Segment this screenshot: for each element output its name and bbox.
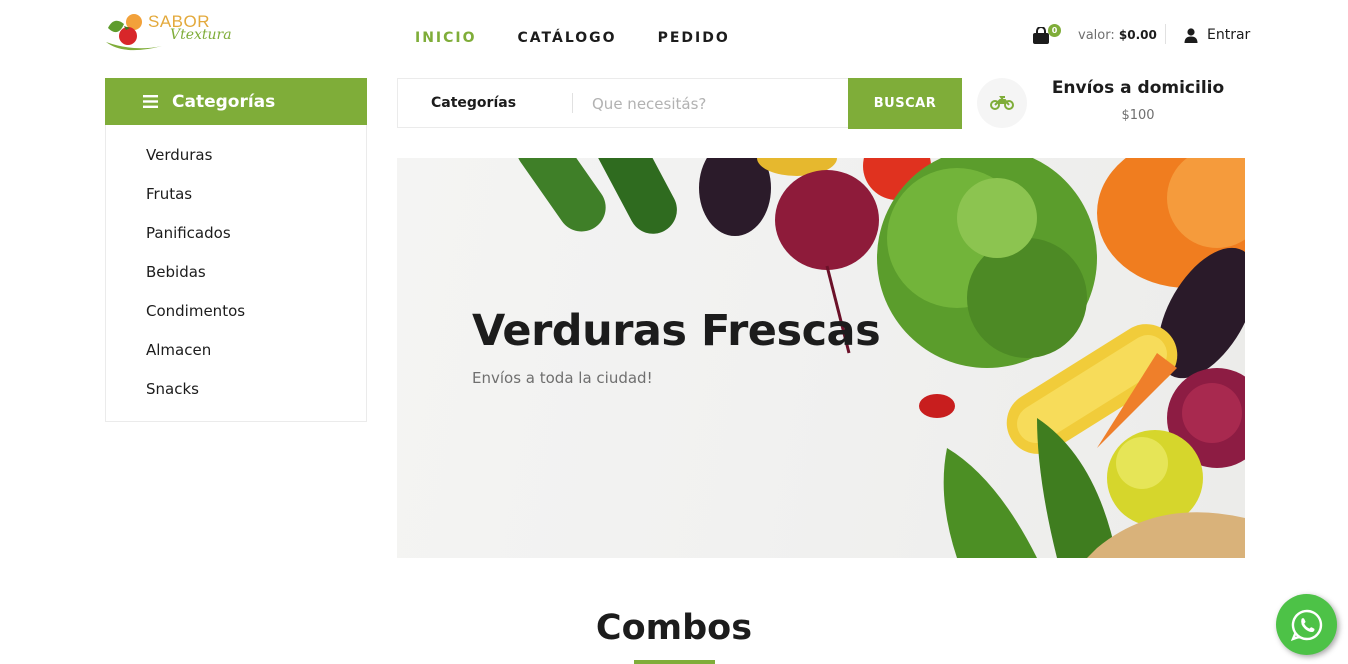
- category-item-condimentos[interactable]: Condimentos: [106, 302, 366, 341]
- section-underline: [634, 660, 715, 664]
- nav-item-catalogo[interactable]: CATÁLOGO: [518, 30, 617, 46]
- cart-button[interactable]: 0: [1032, 24, 1061, 48]
- user-icon: [1184, 27, 1198, 43]
- search-button[interactable]: BUSCAR: [848, 78, 962, 129]
- header-divider: [1165, 24, 1166, 44]
- search-category-select[interactable]: Categorías: [431, 95, 516, 111]
- delivery-title: Envíos a domicilio: [1051, 78, 1225, 98]
- delivery-icon-circle: [977, 78, 1027, 128]
- logo[interactable]: SABOR Vtextura: [104, 12, 232, 56]
- whatsapp-icon: [1290, 609, 1322, 641]
- logo-text-textura: Vtextura: [170, 27, 232, 43]
- category-item-verduras[interactable]: Verduras: [106, 146, 366, 185]
- category-item-snacks[interactable]: Snacks: [106, 380, 366, 419]
- hero-subtitle: Envíos a toda la ciudad!: [472, 369, 653, 387]
- categories-list: Verduras Frutas Panificados Bebidas Cond…: [105, 125, 367, 422]
- delivery-price: $100: [1121, 108, 1155, 123]
- motorcycle-icon: [990, 96, 1014, 110]
- category-item-bebidas[interactable]: Bebidas: [106, 263, 366, 302]
- cart-value-amount: $0.00: [1118, 28, 1157, 42]
- hero-banner[interactable]: Verduras Frescas Envíos a toda la ciudad…: [397, 158, 1245, 558]
- search-separator: [572, 93, 573, 113]
- categories-toggle[interactable]: Categorías: [105, 78, 367, 125]
- categories-title: Categorías: [172, 91, 276, 112]
- category-item-frutas[interactable]: Frutas: [106, 185, 366, 224]
- login-label: Entrar: [1207, 27, 1251, 43]
- cart-value: valor: $0.00: [1078, 28, 1157, 43]
- cart-value-label: valor:: [1078, 28, 1115, 43]
- vegetables-image: [516, 158, 1245, 558]
- whatsapp-button[interactable]: [1276, 594, 1337, 655]
- hero-title: Verduras Frescas: [472, 306, 881, 356]
- cart-count-badge: 0: [1048, 24, 1061, 37]
- menu-icon: [143, 95, 158, 108]
- nav-item-pedido[interactable]: PEDIDO: [658, 30, 730, 46]
- search-input[interactable]: [592, 91, 842, 117]
- login-button[interactable]: Entrar: [1184, 27, 1250, 43]
- main-nav: INICIO CATÁLOGO PEDIDO: [415, 30, 730, 46]
- category-item-almacen[interactable]: Almacen: [106, 341, 366, 380]
- category-item-panificados[interactable]: Panificados: [106, 224, 366, 263]
- search-bar: Categorías BUSCAR: [397, 78, 962, 129]
- section-title-combos: Combos: [595, 608, 753, 648]
- nav-item-inicio[interactable]: INICIO: [415, 30, 477, 46]
